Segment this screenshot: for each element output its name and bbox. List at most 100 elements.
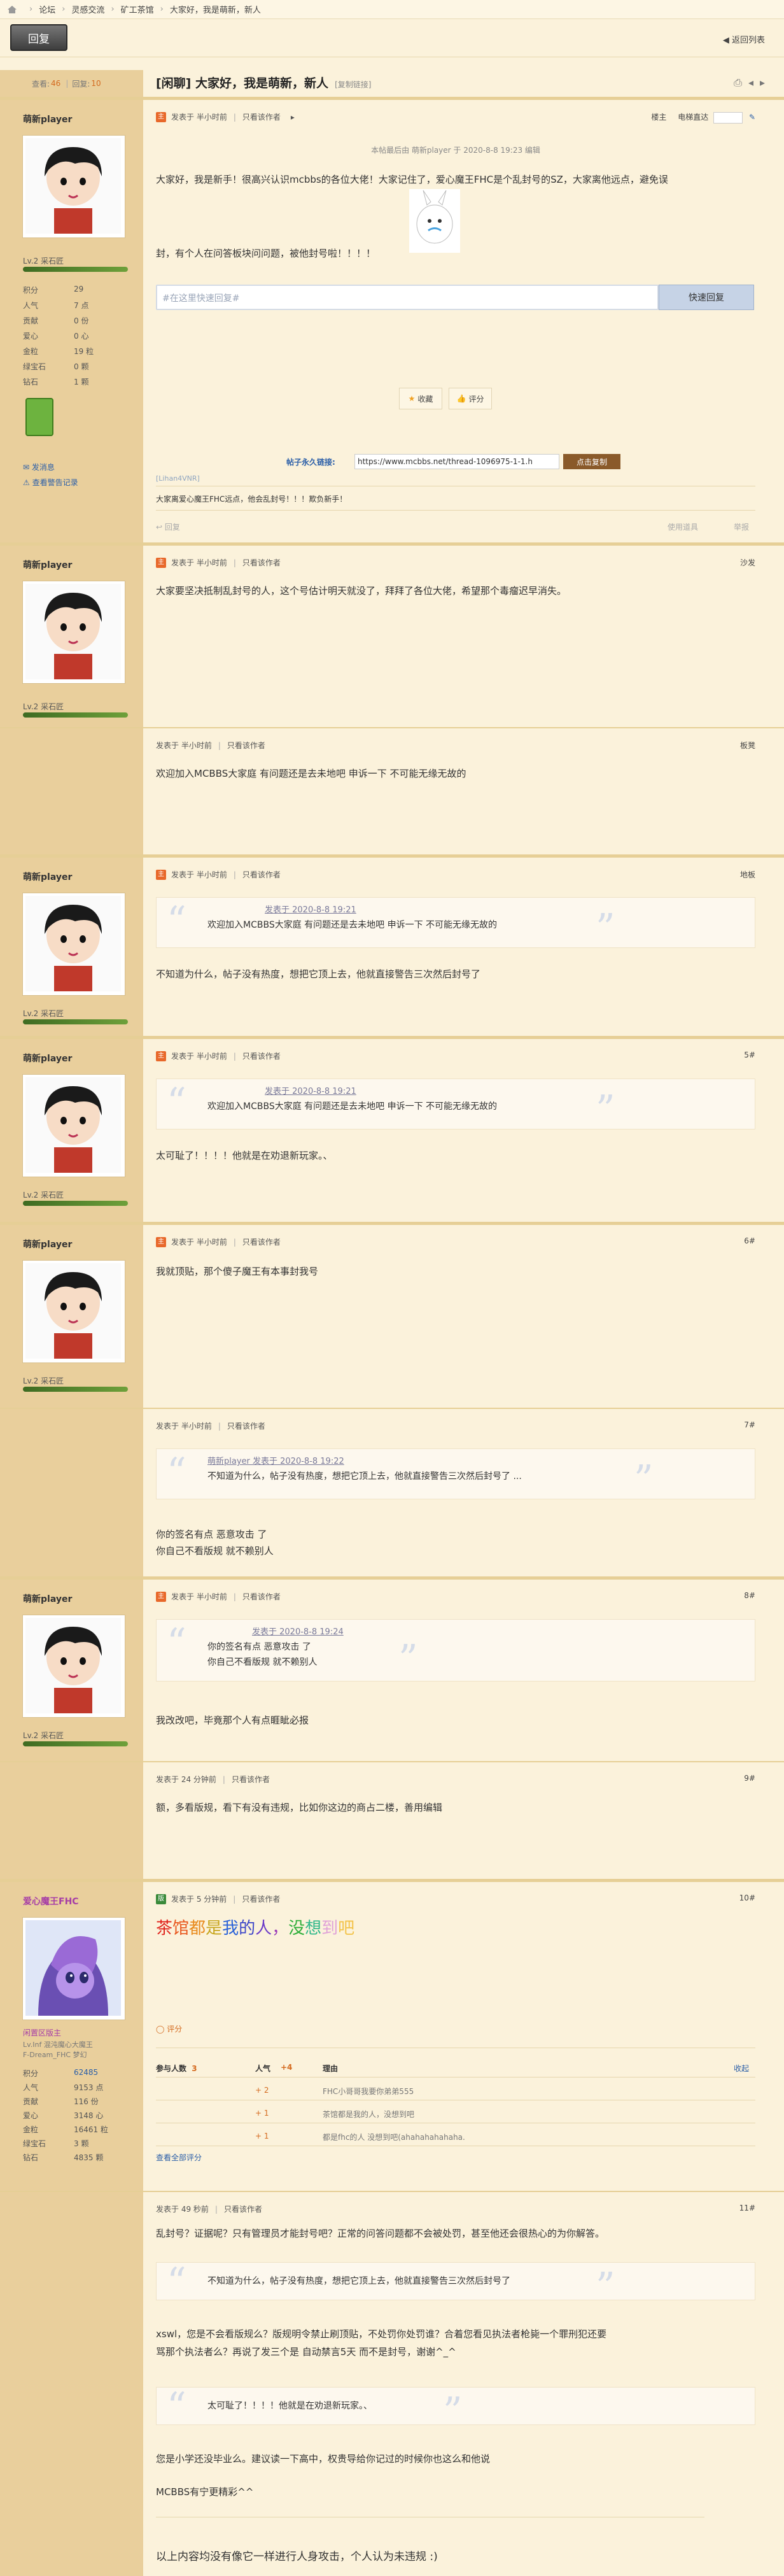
- stat-row: 钻石 1 颗: [23, 376, 131, 387]
- avatar[interactable]: [23, 893, 125, 995]
- medal-icon[interactable]: [25, 398, 53, 436]
- meta-divider: |: [218, 1421, 221, 1431]
- quick-reply-button[interactable]: 快速回复: [659, 285, 754, 310]
- author-name[interactable]: 萌新player: [23, 113, 72, 125]
- only-author-link[interactable]: 只看该作者: [227, 740, 265, 751]
- meta-divider: |: [233, 1592, 236, 1601]
- stat-value: 9153 点: [74, 2083, 104, 2092]
- signature-link[interactable]: [Lihan4VNR]: [156, 474, 200, 483]
- thread-header: 查看: 46 | 回复: 10 [闲聊] 大家好，我是萌新，新人 [复制链接] ⎙◂…: [0, 70, 784, 97]
- post-text: 太可耻了！！！！他就是在劝退新玩家。、: [156, 1150, 333, 1161]
- report-link[interactable]: 举报: [734, 521, 749, 532]
- author-name[interactable]: 萌新player: [23, 1052, 72, 1065]
- stat-row: 金粒 16461 粒: [23, 2124, 131, 2135]
- copy-permalink-button[interactable]: 点击复制: [563, 454, 620, 469]
- only-author-link[interactable]: 只看该作者: [242, 1591, 281, 1602]
- level-progress-bar: [23, 1201, 128, 1206]
- back-to-list-link[interactable]: ◀ 返回列表: [723, 33, 765, 45]
- only-author-link[interactable]: 只看该作者: [242, 869, 281, 880]
- quote-close-icon: ”: [443, 2389, 463, 2434]
- quick-reply-input[interactable]: #在这里快速回复#: [156, 285, 659, 310]
- post-time: 发表于 半小时前: [171, 870, 227, 879]
- rate-button[interactable]: 👍 评分: [449, 388, 492, 409]
- post-meta: 发表于 半小时前 | 只看该作者: [156, 1420, 265, 1431]
- caret-right-icon[interactable]: ▸: [291, 113, 295, 122]
- post-time: 发表于 半小时前: [171, 558, 227, 567]
- only-author-link[interactable]: 只看该作者: [227, 1420, 265, 1431]
- post-time: 发表于 5 分钟前: [171, 1895, 227, 1904]
- print-icon[interactable]: ⎙: [734, 76, 748, 88]
- author-name[interactable]: 萌新player: [23, 1592, 72, 1605]
- rainbow-char: 都: [189, 1919, 206, 1938]
- author-name[interactable]: 爱心魔王FHC: [23, 1895, 79, 1907]
- quote-author[interactable]: 发表于 2020-8-8 19:21: [265, 1084, 356, 1096]
- avatar[interactable]: [23, 1918, 125, 2020]
- floor-jump-input[interactable]: [713, 111, 743, 124]
- only-author-link[interactable]: 只看该作者: [232, 1774, 270, 1785]
- floor-label: 7#: [744, 1420, 755, 1429]
- breadcrumb-board-parent[interactable]: 灵感交流: [71, 3, 104, 15]
- next-thread-icon[interactable]: ▸: [760, 76, 771, 88]
- avatar[interactable]: [23, 136, 125, 237]
- signature: 大家离爱心魔王FHC远点，他会乱封号！！！欺负新手！: [156, 495, 347, 504]
- post-time: 发表于 半小时前: [156, 741, 212, 750]
- only-author-link[interactable]: 只看该作者: [242, 111, 281, 122]
- op-badge-icon: 主: [156, 1236, 166, 1247]
- quote-author[interactable]: 萌新player 发表于 2020-8-8 19:22: [207, 1454, 344, 1466]
- post-text: xswl，您是不会看版规么？版规明令禁止刷顶贴，不处罚你处罚谁？合着您看见执法者…: [156, 2328, 607, 2340]
- post-text: 我就顶贴，那个傻子魔王有本事封我号: [156, 1266, 319, 1277]
- use-tool-link[interactable]: 使用道具: [668, 521, 698, 532]
- send-message-link[interactable]: ✉ 发消息: [23, 462, 131, 472]
- pen-icon[interactable]: ✎: [749, 113, 755, 122]
- post-author-panel: [0, 1762, 143, 1879]
- rate-popularity-total: +4: [281, 2063, 293, 2072]
- avatar[interactable]: [23, 1075, 125, 1177]
- quote-open-icon: “: [167, 1620, 186, 1665]
- quote-author[interactable]: 发表于 2020-8-8 19:21: [265, 903, 356, 915]
- op-badge-icon: 主: [156, 1591, 166, 1602]
- breadcrumb-board[interactable]: 矿工茶馆: [121, 3, 154, 15]
- favorite-button[interactable]: ★ 收藏: [399, 388, 442, 409]
- permalink-input[interactable]: https://www.mcbbs.net/thread-1096975-1-1…: [354, 454, 559, 469]
- author-name[interactable]: 萌新player: [23, 1238, 72, 1250]
- warning-record-link[interactable]: ⚠ 查看警告记录: [23, 477, 131, 488]
- stat-label: 绿宝石: [23, 362, 46, 371]
- rate-label: 评分: [468, 394, 484, 404]
- post-reply-link[interactable]: ↩ 回复: [156, 521, 180, 532]
- post-author-panel: 爱心魔王FHC 闲置区版主 Lv.Inf 混沌魔心大魔王 F-Dream_FHC…: [0, 1882, 143, 2191]
- stat-label: 人气: [23, 2083, 39, 2092]
- home-icon[interactable]: [8, 5, 17, 13]
- level-progress-bar: [23, 1019, 128, 1024]
- quote-author[interactable]: 发表于 2020-8-8 19:24: [252, 1625, 344, 1637]
- view-all-rates-link[interactable]: 查看全部评分: [156, 2152, 202, 2163]
- copy-link-button[interactable]: [复制链接]: [335, 80, 371, 89]
- breadcrumb-forum[interactable]: 论坛: [39, 3, 55, 15]
- quote-block: “ 萌新player 发表于 2020-8-8 19:22 不知道为什么，帖子没…: [156, 1448, 755, 1499]
- rainbow-text: 茶馆都是我的人，没想到吧: [156, 1915, 354, 1939]
- rate-participants-label: 参与人数: [156, 2064, 187, 2073]
- avatar[interactable]: [23, 1261, 125, 1362]
- level-progress-bar: [23, 712, 128, 718]
- avatar[interactable]: [23, 581, 125, 683]
- quote-text: 欢迎加入MCBBS大家庭 有问题还是去未地吧 申诉一下 不可能无缘无故的: [207, 920, 498, 930]
- post-text: 您是小学还没毕业么。建议读一下高中，权贵导给你记过的时候你也这么和他说: [156, 2453, 491, 2465]
- only-author-link[interactable]: 只看该作者: [224, 2204, 262, 2214]
- author-name[interactable]: 萌新player: [23, 558, 72, 571]
- prev-thread-icon[interactable]: ◂: [748, 76, 760, 88]
- post-6: 萌新player Lv.2 采石匠 主发表于 半小时前 | 只看该作者 6# 我就顶…: [0, 1222, 784, 1408]
- only-author-link[interactable]: 只看该作者: [242, 557, 281, 568]
- post-text: MCBBS有宁更精彩^^: [156, 2486, 254, 2498]
- reply-button[interactable]: 回复: [10, 24, 67, 51]
- only-author-link[interactable]: 只看该作者: [242, 1051, 281, 1061]
- only-author-link[interactable]: 只看该作者: [242, 1893, 280, 1904]
- only-author-link[interactable]: 只看该作者: [242, 1236, 281, 1247]
- stats-divider: |: [66, 79, 69, 88]
- meta-divider: |: [222, 1774, 225, 1784]
- avatar[interactable]: [23, 1615, 125, 1717]
- stat-value: 29: [74, 285, 84, 294]
- author-name[interactable]: 萌新player: [23, 870, 72, 883]
- post-meta: 主发表于 半小时前 | 只看该作者: [156, 557, 281, 568]
- user-level: Lv.2 采石匠: [23, 1376, 64, 1385]
- stat-row: 金粒 19 粒: [23, 346, 131, 357]
- rate-collapse-link[interactable]: 收起: [734, 2063, 749, 2074]
